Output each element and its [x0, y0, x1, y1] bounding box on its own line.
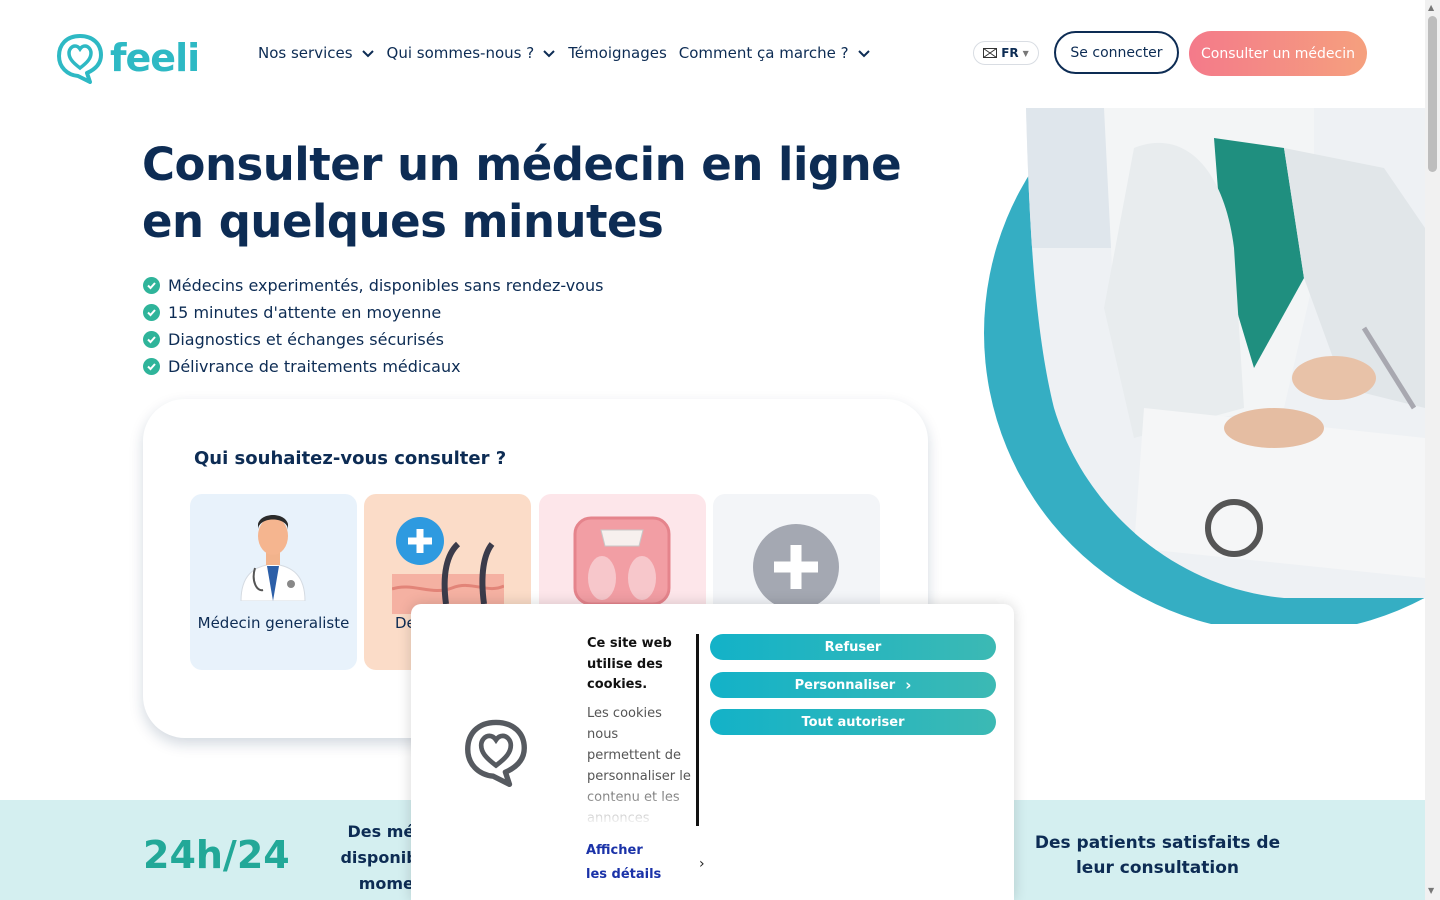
- check-circle-icon: [143, 331, 160, 348]
- chevron-down-icon: [361, 50, 374, 58]
- nav-item-label: Témoignages: [568, 44, 667, 62]
- feature-item: Délivrance de traitements médicaux: [143, 353, 603, 380]
- flag-icon: [983, 48, 998, 58]
- nav-item-label: Nos services: [258, 44, 353, 62]
- nav-item-label: Qui sommes-nous ?: [386, 44, 535, 62]
- check-circle-icon: [143, 304, 160, 321]
- nav-item-label: Comment ça marche ?: [678, 44, 849, 62]
- feature-item: 15 minutes d'attente en moyenne: [143, 299, 603, 326]
- nav-item-services[interactable]: Nos services: [258, 44, 375, 62]
- hero-title: Consulter un médecin en ligne en quelque…: [142, 138, 902, 248]
- chevron-down-icon: [543, 50, 555, 58]
- show-details-link[interactable]: Afficher les détails: [586, 839, 666, 887]
- feature-text: Délivrance de traitements médicaux: [168, 357, 461, 376]
- feature-text: 15 minutes d'attente en moyenne: [168, 303, 442, 322]
- scroll-down-arrow-icon[interactable]: ▼: [1428, 886, 1434, 895]
- check-circle-icon: [143, 358, 160, 375]
- language-selector[interactable]: FR ▼: [973, 41, 1039, 65]
- scrollbar-thumb[interactable]: [1428, 16, 1437, 172]
- caret-down-icon: ▼: [1022, 48, 1029, 58]
- feature-list: Médecins experimentés, disponibles sans …: [143, 272, 603, 380]
- feature-item: Médecins experimentés, disponibles sans …: [143, 272, 603, 299]
- button-label: Personnaliser: [794, 677, 896, 693]
- scroll-up-arrow-icon[interactable]: ▲: [1428, 3, 1434, 12]
- doctor-photo: [1026, 108, 1425, 598]
- feature-text: Médecins experimentés, disponibles sans …: [168, 276, 604, 295]
- language-code: FR: [1001, 46, 1019, 60]
- hero-doctor-image: [984, 108, 1425, 624]
- accept-all-cookies-button[interactable]: Tout autoriser: [710, 709, 996, 735]
- consult-doctor-button[interactable]: Consulter un médecin: [1189, 31, 1367, 76]
- button-label: Refuser: [824, 639, 882, 655]
- consult-card-title: Qui souhaitez-vous consulter ?: [194, 448, 507, 469]
- doctor-icon: [240, 515, 306, 601]
- nav-item-about[interactable]: Qui sommes-nous ?: [387, 44, 557, 62]
- feeli-logo[interactable]: feeli: [56, 32, 200, 84]
- heart-chat-logo-icon: [465, 719, 527, 787]
- cookie-title: Ce site web utilise des cookies.: [587, 636, 672, 692]
- feature-item: Diagnostics et échanges sécurisés: [143, 326, 603, 353]
- weight-scale-icon: [573, 516, 671, 606]
- button-label: Tout autoriser: [801, 714, 905, 730]
- tile-label: Médecin generaliste: [197, 614, 350, 632]
- nav-item-testimonials[interactable]: Témoignages: [568, 44, 667, 62]
- dermatology-icon: [392, 517, 504, 614]
- customize-cookies-button[interactable]: Personnaliser ›: [710, 672, 996, 698]
- chevron-down-icon: [857, 50, 870, 58]
- login-button[interactable]: Se connecter: [1054, 31, 1179, 74]
- chevron-right-icon[interactable]: ›: [699, 856, 705, 872]
- cookie-divider: [696, 634, 699, 826]
- page-scrollbar[interactable]: ▲ ▼: [1425, 0, 1440, 900]
- heart-chat-logo-icon: [57, 34, 103, 84]
- feature-text: Diagnostics et échanges sécurisés: [168, 330, 444, 349]
- stat-availability-value: 24h/24: [143, 833, 290, 877]
- nav-item-how-it-works[interactable]: Comment ça marche ?: [679, 44, 871, 62]
- site-header: feeli Nos services Qui sommes-nous ? Tém…: [0, 0, 1425, 108]
- plus-icon: [753, 524, 839, 610]
- stat-satisfaction-text: Des patients satisfaits de leur consulta…: [1034, 833, 1281, 878]
- main-nav: Nos services Qui sommes-nous ? Témoignag…: [258, 44, 871, 62]
- cookie-consent-dialog: Ce site web utilise des cookies. Les coo…: [411, 604, 1014, 900]
- check-circle-icon: [143, 277, 160, 294]
- logo-text: feeli: [110, 36, 200, 80]
- tile-general-practitioner[interactable]: Médecin generaliste: [190, 494, 357, 670]
- chevron-right-icon: ›: [905, 676, 912, 694]
- refuse-cookies-button[interactable]: Refuser: [710, 634, 996, 660]
- cookie-text-fade: [587, 784, 691, 826]
